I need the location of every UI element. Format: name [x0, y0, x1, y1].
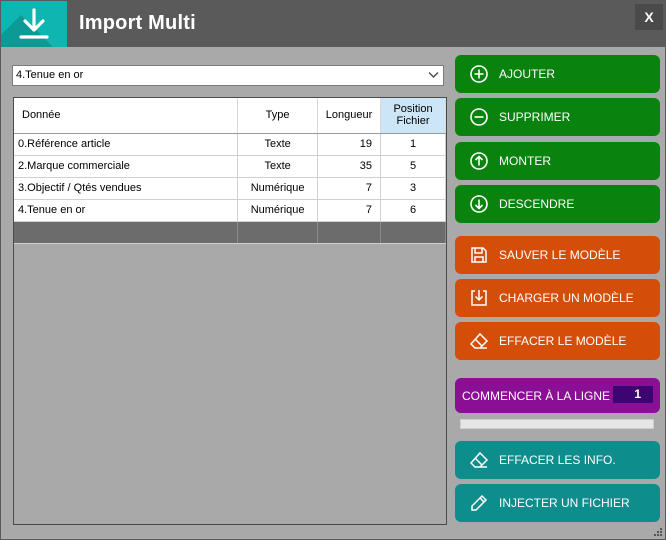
load-model-button-label: CHARGER UN MODÈLE: [499, 291, 634, 305]
new-row-cell[interactable]: [317, 221, 382, 244]
add-button-label: AJOUTER: [499, 67, 556, 81]
clear-model-button[interactable]: EFFACER LE MODÈLE: [455, 322, 660, 360]
app-logo: [1, 1, 67, 47]
column-header-longueur[interactable]: Longueur: [317, 98, 382, 134]
column-header-donnee[interactable]: Donnée: [14, 98, 239, 134]
new-row-cell[interactable]: [380, 221, 446, 244]
cell-type[interactable]: Numérique: [237, 177, 319, 200]
window-title: Import Multi: [79, 12, 196, 34]
save-model-button-label: SAUVER LE MODÈLE: [499, 248, 621, 262]
arrow-down-circle-icon: [470, 195, 488, 213]
start-line-panel: COMMENCER À LA LIGNE 1: [455, 378, 660, 413]
progress-bar: [460, 419, 654, 429]
cell-donnee[interactable]: 3.Objectif / Qtés vendues: [14, 177, 239, 200]
inject-file-button[interactable]: INJECTER UN FICHIER: [455, 484, 660, 522]
arrow-down-icon: [19, 8, 49, 39]
cell-position[interactable]: 5: [380, 155, 446, 178]
new-row-cell[interactable]: [237, 221, 319, 244]
floppy-disk-icon: [471, 247, 487, 263]
cell-position[interactable]: 1: [380, 133, 446, 156]
position-header-line1: Position: [393, 103, 433, 116]
position-header-line2: Fichier: [396, 115, 430, 128]
cell-type[interactable]: Texte: [237, 133, 319, 156]
chevron-down-icon: [428, 72, 439, 78]
cell-longueur[interactable]: 35: [317, 155, 382, 178]
cell-type[interactable]: Texte: [237, 155, 319, 178]
move-up-button[interactable]: MONTER: [455, 142, 660, 180]
clear-model-button-label: EFFACER LE MODÈLE: [499, 334, 627, 348]
cell-type[interactable]: Numérique: [237, 199, 319, 222]
eraser-icon: [469, 332, 489, 349]
field-select-value: 4.Tenue en or: [16, 69, 84, 81]
table-row[interactable]: 2.Marque commerciale Texte 35 5: [14, 155, 446, 178]
download-box-icon: [471, 290, 487, 306]
close-button[interactable]: X: [635, 4, 663, 30]
table-row[interactable]: 4.Tenue en or Numérique 7 6: [14, 199, 446, 222]
grid-header-row: Donnée Type Longueur Position Fichier: [14, 98, 446, 134]
field-select[interactable]: 4.Tenue en or: [12, 65, 444, 86]
cell-donnee[interactable]: 4.Tenue en or: [14, 199, 239, 222]
cell-donnee[interactable]: 0.Référence article: [14, 133, 239, 156]
plus-circle-icon: [470, 65, 488, 83]
new-row[interactable]: [14, 221, 446, 244]
minus-circle-icon: [470, 108, 488, 126]
start-line-input[interactable]: 1: [613, 386, 653, 403]
cell-donnee[interactable]: 2.Marque commerciale: [14, 155, 239, 178]
cell-position[interactable]: 3: [380, 177, 446, 200]
import-multi-window: Import Multi X 4.Tenue en or Donnée Type…: [0, 0, 666, 540]
clear-info-button-label: EFFACER LES INFO.: [499, 453, 616, 467]
clear-info-button[interactable]: EFFACER LES INFO.: [455, 441, 660, 479]
table-row[interactable]: 3.Objectif / Qtés vendues Numérique 7 3: [14, 177, 446, 200]
column-header-position-fichier[interactable]: Position Fichier: [380, 98, 446, 134]
start-line-label: COMMENCER À LA LIGNE: [462, 389, 611, 403]
cell-longueur[interactable]: 7: [317, 177, 382, 200]
resize-grip-icon[interactable]: [653, 527, 663, 537]
cell-longueur[interactable]: 19: [317, 133, 382, 156]
eraser-icon: [469, 451, 489, 468]
arrow-up-circle-icon: [470, 152, 488, 170]
title-bar: Import Multi X: [1, 1, 665, 47]
inject-file-button-label: INJECTER UN FICHIER: [499, 496, 630, 510]
move-down-button[interactable]: DESCENDRE: [455, 185, 660, 223]
mapping-grid[interactable]: Donnée Type Longueur Position Fichier 0.…: [13, 97, 447, 525]
cell-longueur[interactable]: 7: [317, 199, 382, 222]
add-button[interactable]: AJOUTER: [455, 55, 660, 93]
save-model-button[interactable]: SAUVER LE MODÈLE: [455, 236, 660, 274]
load-model-button[interactable]: CHARGER UN MODÈLE: [455, 279, 660, 317]
column-header-type[interactable]: Type: [237, 98, 319, 134]
remove-button-label: SUPPRIMER: [499, 110, 571, 124]
move-up-button-label: MONTER: [499, 154, 551, 168]
remove-button[interactable]: SUPPRIMER: [455, 98, 660, 136]
move-down-button-label: DESCENDRE: [499, 197, 575, 211]
new-row-cell[interactable]: [14, 221, 239, 244]
table-row[interactable]: 0.Référence article Texte 19 1: [14, 133, 446, 156]
pen-icon: [471, 494, 488, 511]
cell-position[interactable]: 6: [380, 199, 446, 222]
